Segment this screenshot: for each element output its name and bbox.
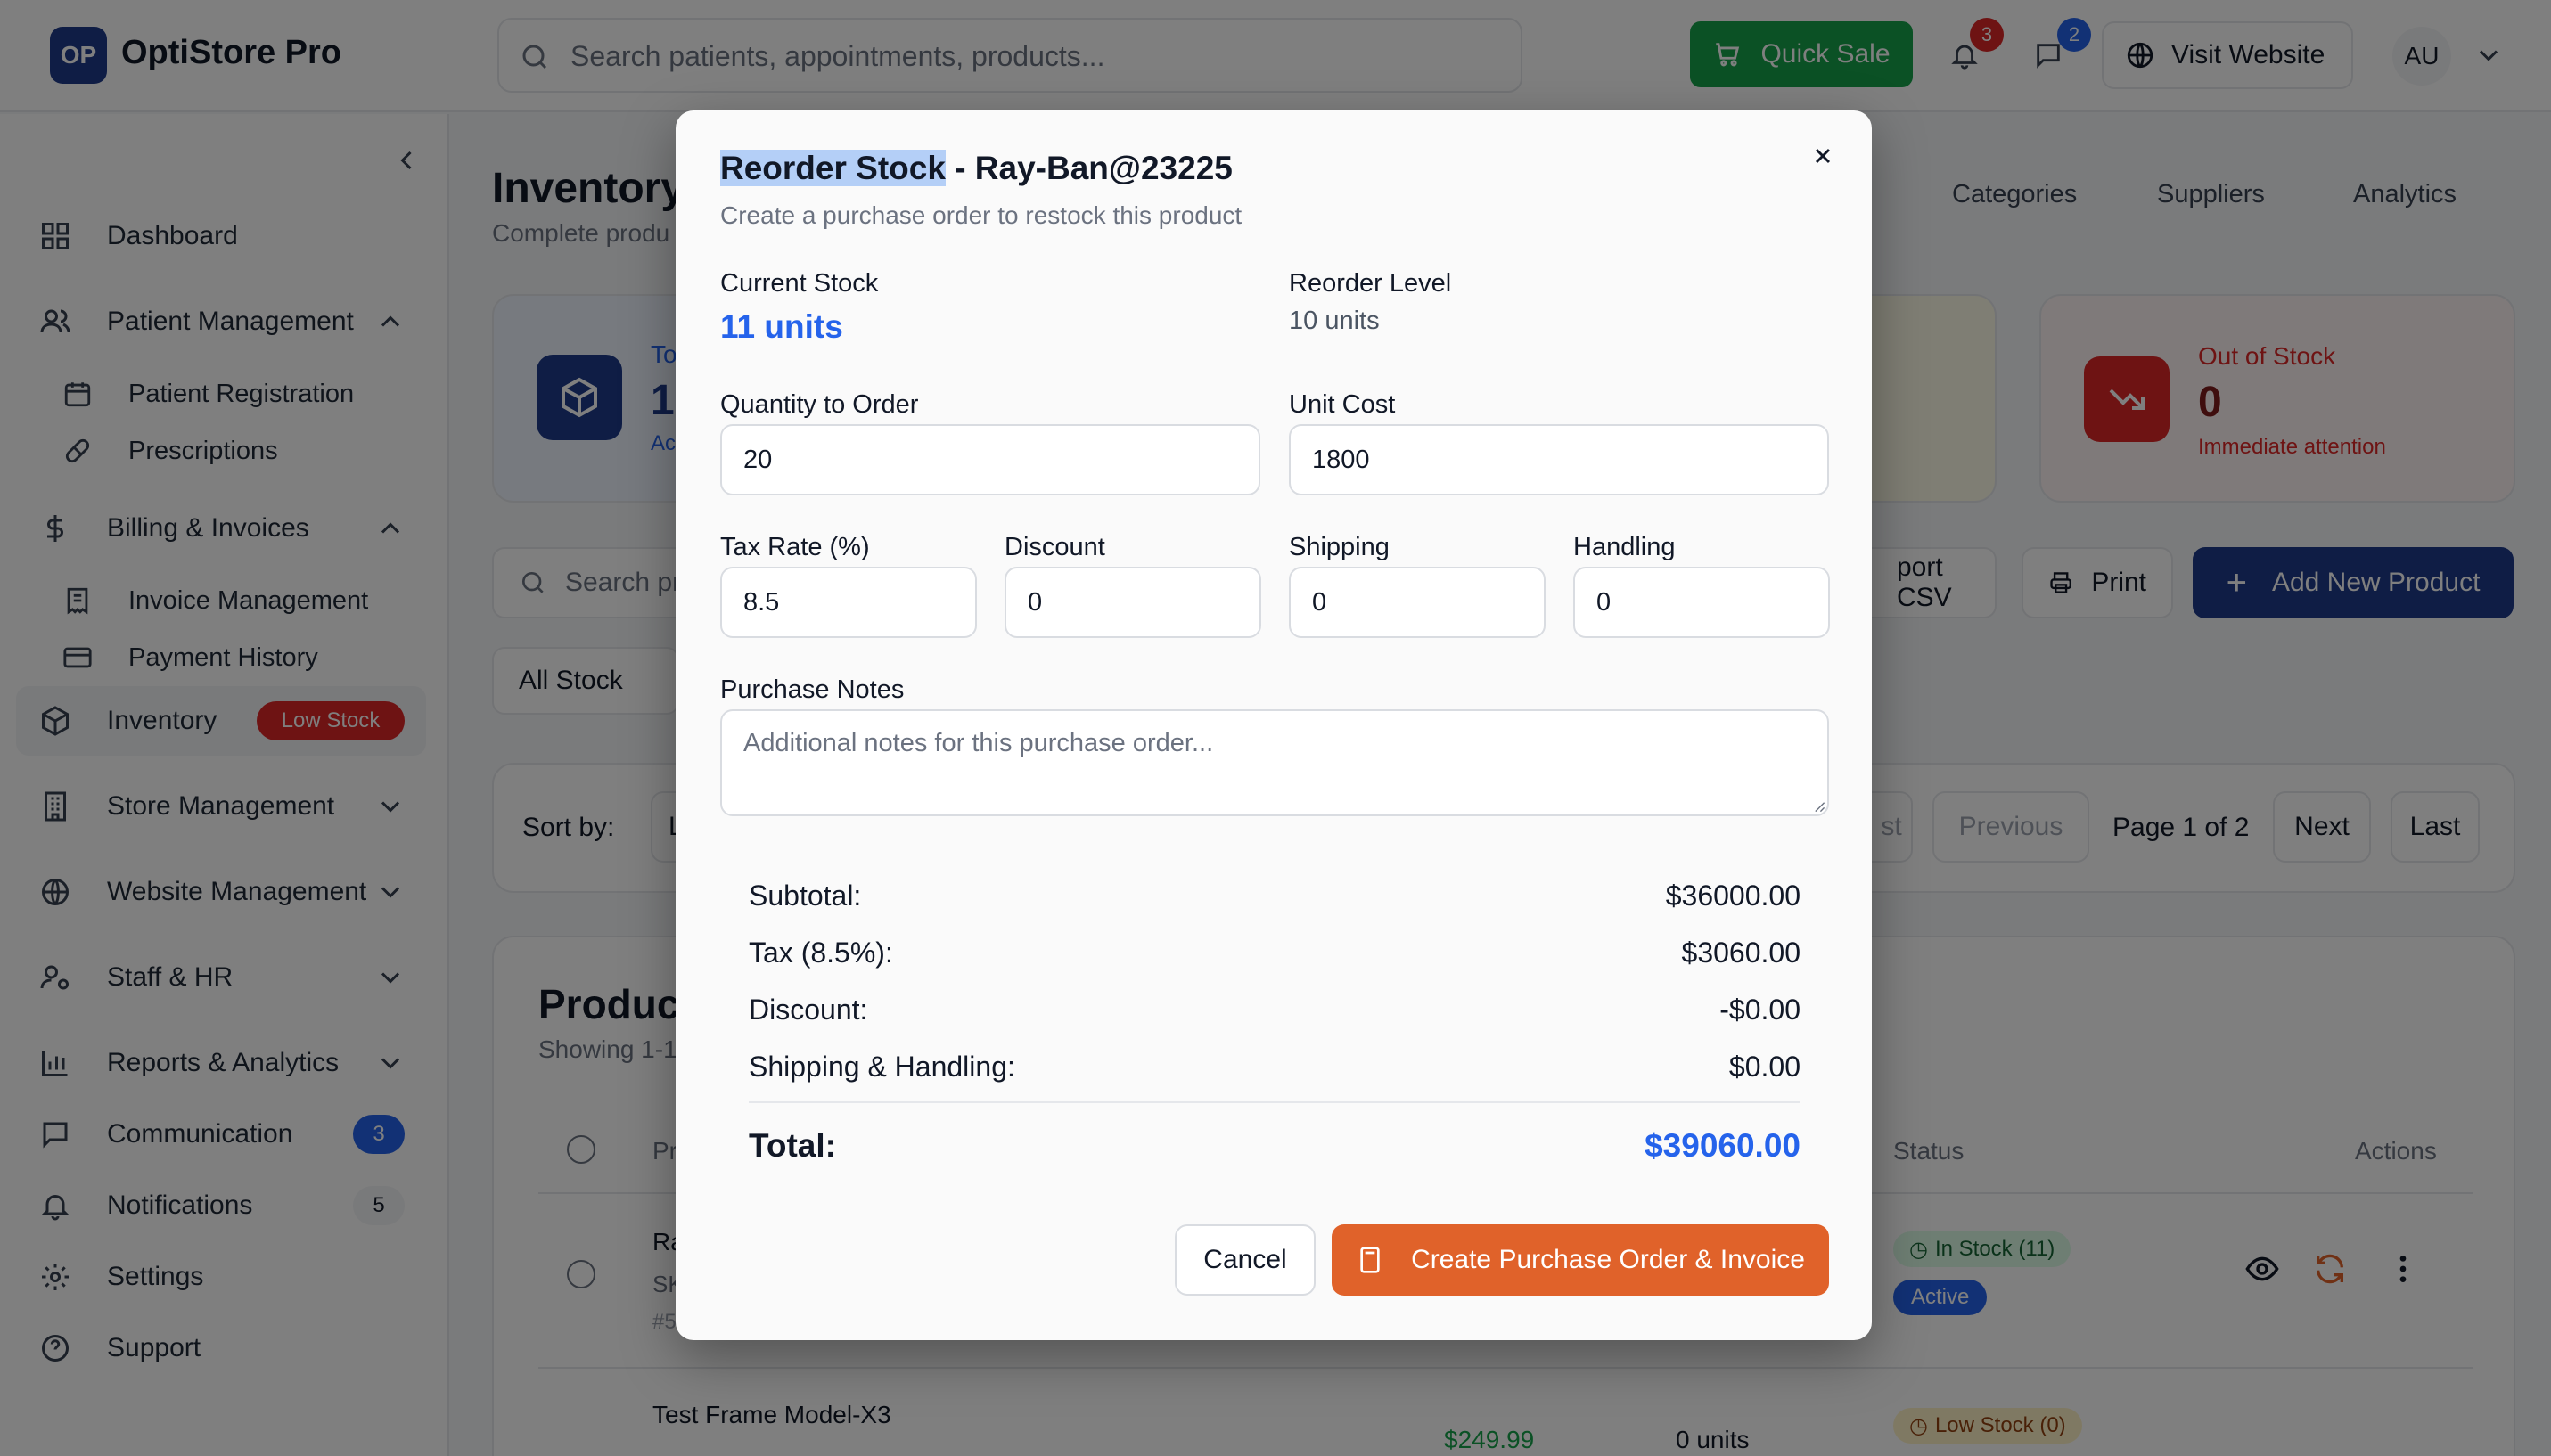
current-stock-value: 11 units [720, 308, 843, 345]
unit-cost-label: Unit Cost [1289, 390, 1396, 419]
quantity-label: Quantity to Order [720, 390, 919, 419]
unit-cost-input[interactable] [1289, 424, 1829, 495]
close-button[interactable] [1804, 137, 1841, 175]
create-purchase-order-button[interactable]: Create Purchase Order & Invoice [1332, 1224, 1829, 1296]
subtotal-label: Subtotal: [749, 879, 862, 912]
cancel-button[interactable]: Cancel [1175, 1224, 1316, 1296]
shipping-handling-row: Shipping & Handling: $0.00 [749, 1044, 1800, 1089]
tax-label: Tax (8.5%): [749, 936, 893, 969]
discount-summary-value: -$0.00 [1719, 993, 1800, 1026]
tax-rate-label: Tax Rate (%) [720, 533, 870, 561]
resize-handle-icon[interactable] [1813, 800, 1825, 813]
discount-input[interactable] [1005, 567, 1261, 638]
discount-summary-label: Discount: [749, 993, 868, 1026]
reorder-level-label: Reorder Level [1289, 269, 1452, 298]
shipping-label: Shipping [1289, 533, 1390, 561]
purchase-notes-label: Purchase Notes [720, 675, 905, 704]
reorder-level-value: 10 units [1289, 307, 1380, 335]
total-value: $39060.00 [1645, 1127, 1800, 1164]
discount-row: Discount: -$0.00 [749, 987, 1800, 1032]
total-label: Total: [749, 1127, 836, 1164]
tax-row: Tax (8.5%): $3060.00 [749, 930, 1800, 975]
calculator-icon [1360, 1247, 1380, 1273]
shipping-input[interactable] [1289, 567, 1546, 638]
create-purchase-order-label: Create Purchase Order & Invoice [1411, 1245, 1805, 1274]
quantity-input[interactable] [720, 424, 1260, 495]
dialog-title-product: - Ray-Ban@23225 [945, 150, 1233, 186]
shipping-handling-value: $0.00 [1728, 1050, 1800, 1083]
close-icon [1815, 148, 1831, 164]
dialog-title-highlight: Reorder Stock [720, 150, 946, 186]
current-stock-label: Current Stock [720, 269, 879, 298]
shipping-handling-label: Shipping & Handling: [749, 1050, 1015, 1083]
total-row: Total: $39060.00 [749, 1119, 1800, 1173]
tax-rate-input[interactable] [720, 567, 977, 638]
subtotal-value: $36000.00 [1665, 879, 1800, 912]
handling-input[interactable] [1573, 567, 1830, 638]
reorder-stock-dialog: Reorder Stock - Ray-Ban@23225 Create a p… [676, 110, 1872, 1340]
dialog-title: Reorder Stock - Ray-Ban@23225 [720, 150, 1233, 187]
dialog-description: Create a purchase order to restock this … [720, 201, 1243, 229]
summary-divider [749, 1101, 1800, 1103]
purchase-notes-textarea[interactable] [720, 709, 1829, 816]
handling-label: Handling [1573, 533, 1676, 561]
subtotal-row: Subtotal: $36000.00 [749, 873, 1800, 918]
tax-value: $3060.00 [1681, 936, 1800, 969]
discount-label: Discount [1005, 533, 1105, 561]
